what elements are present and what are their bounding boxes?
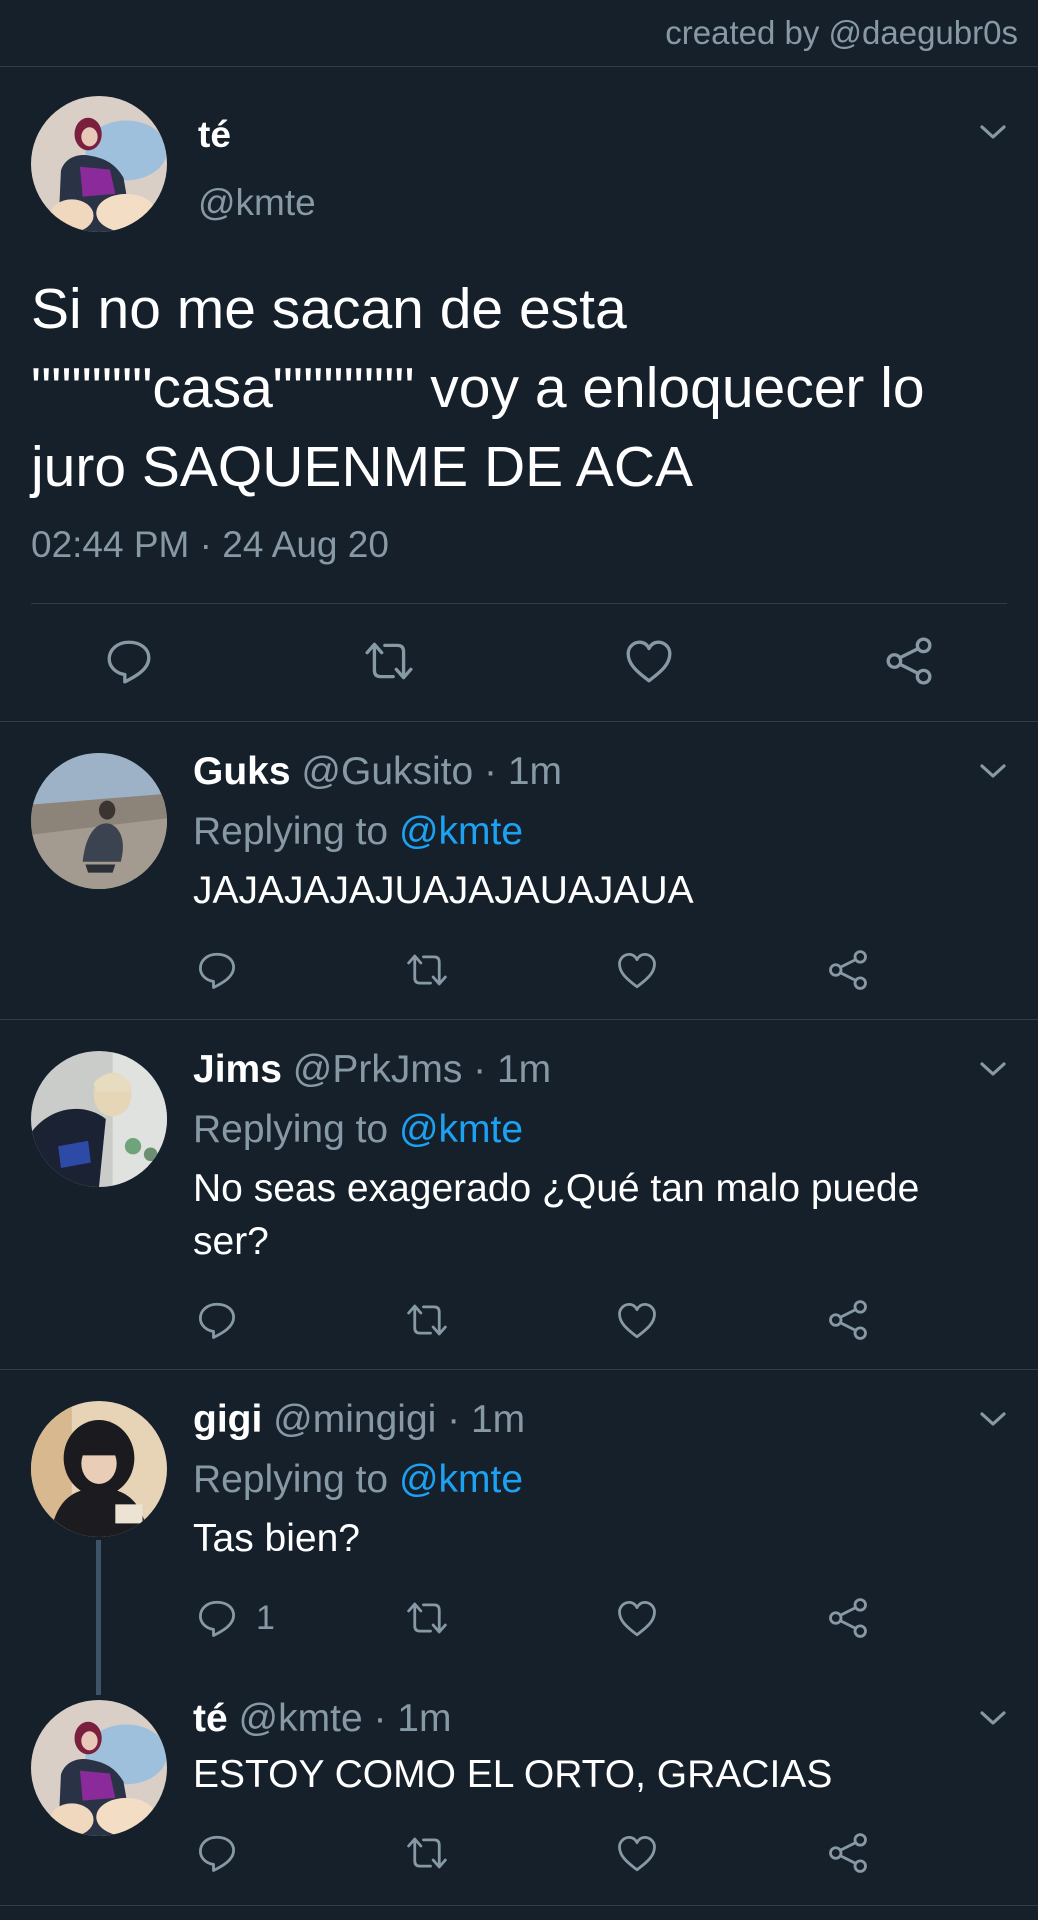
tweet-timestamp[interactable]: 02:44 PM · 24 Aug 20: [31, 524, 389, 566]
chevron-down-icon[interactable]: [978, 1708, 1008, 1728]
reply-author-handle[interactable]: @mingigi · 1m: [273, 1398, 525, 1441]
divider: [0, 1369, 1038, 1370]
share-button[interactable]: [827, 1832, 869, 1874]
profile-photo-icon: [31, 1401, 167, 1537]
chevron-down-icon[interactable]: [978, 1409, 1008, 1429]
reply-header: Guks @Guksito · 1m: [193, 750, 562, 794]
top-bar: created by @daegubr0s: [0, 0, 1038, 67]
reply-author-name[interactable]: Jims: [193, 1048, 282, 1091]
reply-icon: [196, 949, 238, 991]
reply-text: ESTOY COMO EL ORTO, GRACIAS: [193, 1753, 833, 1796]
reply-button[interactable]: [196, 1299, 238, 1341]
tweet-author-handle[interactable]: @kmte: [198, 182, 316, 224]
chevron-down-icon[interactable]: [978, 122, 1008, 142]
reply-icon: [196, 1299, 238, 1341]
retweet-button[interactable]: [404, 1597, 450, 1639]
replying-to: Replying to @kmte: [193, 1108, 523, 1152]
retweet-button[interactable]: [404, 949, 450, 991]
credit-text: created by @daegubr0s: [665, 14, 1018, 51]
reply-icon: [196, 1832, 238, 1874]
reply-button[interactable]: [196, 1832, 238, 1874]
replying-to-label: Replying to: [193, 810, 389, 853]
retweet-button[interactable]: [363, 636, 415, 686]
profile-photo-icon: [31, 753, 167, 889]
retweet-icon: [404, 1832, 450, 1874]
share-button[interactable]: [884, 636, 934, 686]
like-icon: [616, 1598, 658, 1640]
retweet-icon: [363, 636, 415, 686]
share-icon: [827, 1299, 869, 1341]
like-icon: [616, 1833, 658, 1875]
replying-to: Replying to @kmte: [193, 1458, 523, 1502]
profile-photo-icon: [31, 96, 167, 232]
reply-icon: [196, 1597, 238, 1639]
avatar[interactable]: [31, 1401, 167, 1537]
share-button[interactable]: [827, 1299, 869, 1341]
retweet-button[interactable]: [404, 1299, 450, 1341]
reply-text: Tas bien?: [193, 1517, 360, 1560]
retweet-icon: [404, 949, 450, 991]
retweet-button[interactable]: [404, 1832, 450, 1874]
like-button[interactable]: [624, 637, 674, 687]
reply-icon: [104, 636, 154, 686]
reply-text: No seas exagerado ¿Qué tan malo puede se…: [193, 1167, 920, 1263]
reply-header: té @kmte · 1m: [193, 1697, 451, 1741]
reply-button[interactable]: [104, 636, 154, 686]
share-button[interactable]: [827, 1597, 869, 1639]
divider: [0, 1905, 1038, 1906]
retweet-icon: [404, 1299, 450, 1341]
share-icon: [827, 949, 869, 991]
tweet-text: Si no me sacan de esta """"""casa"""""""…: [31, 277, 925, 499]
reply-header: gigi @mingigi · 1m: [193, 1398, 525, 1442]
reply-count: 1: [256, 1598, 275, 1637]
share-icon: [884, 636, 934, 686]
like-button[interactable]: [616, 950, 658, 992]
reply-author-name[interactable]: gigi: [193, 1398, 262, 1441]
like-button[interactable]: [616, 1300, 658, 1342]
mention-link[interactable]: @kmte: [399, 1458, 523, 1501]
replying-to: Replying to @kmte: [193, 810, 523, 854]
like-icon: [616, 1300, 658, 1342]
reply-author-handle[interactable]: @kmte · 1m: [239, 1697, 452, 1740]
reply-button[interactable]: 1: [196, 1597, 275, 1639]
avatar[interactable]: [31, 1051, 167, 1187]
reply-author-handle[interactable]: @PrkJms · 1m: [293, 1048, 551, 1091]
reply-text: JAJAJAJAJUAJAJAUAJAUA: [193, 869, 694, 912]
thread-connector: [96, 1540, 101, 1695]
chevron-down-icon[interactable]: [978, 761, 1008, 781]
avatar[interactable]: [31, 753, 167, 889]
divider: [31, 603, 1007, 604]
reply-author-name[interactable]: Guks: [193, 750, 291, 793]
mention-link[interactable]: @kmte: [399, 810, 523, 853]
share-button[interactable]: [827, 949, 869, 991]
like-icon: [616, 950, 658, 992]
reply-author-handle[interactable]: @Guksito · 1m: [301, 750, 562, 793]
avatar[interactable]: [31, 96, 167, 232]
share-icon: [827, 1597, 869, 1639]
replying-to-label: Replying to: [193, 1458, 389, 1501]
divider: [0, 1019, 1038, 1020]
avatar[interactable]: [31, 1700, 167, 1836]
reply-header: Jims @PrkJms · 1m: [193, 1048, 551, 1092]
like-icon: [624, 637, 674, 687]
profile-photo-icon: [31, 1051, 167, 1187]
retweet-icon: [404, 1597, 450, 1639]
like-button[interactable]: [616, 1833, 658, 1875]
tweet-author-name[interactable]: té: [198, 114, 231, 156]
mention-link[interactable]: @kmte: [399, 1108, 523, 1151]
like-button[interactable]: [616, 1598, 658, 1640]
share-icon: [827, 1832, 869, 1874]
divider: [0, 721, 1038, 722]
chevron-down-icon[interactable]: [978, 1059, 1008, 1079]
replying-to-label: Replying to: [193, 1108, 389, 1151]
reply-button[interactable]: [196, 949, 238, 991]
reply-author-name[interactable]: té: [193, 1697, 228, 1740]
profile-photo-icon: [31, 1700, 167, 1836]
